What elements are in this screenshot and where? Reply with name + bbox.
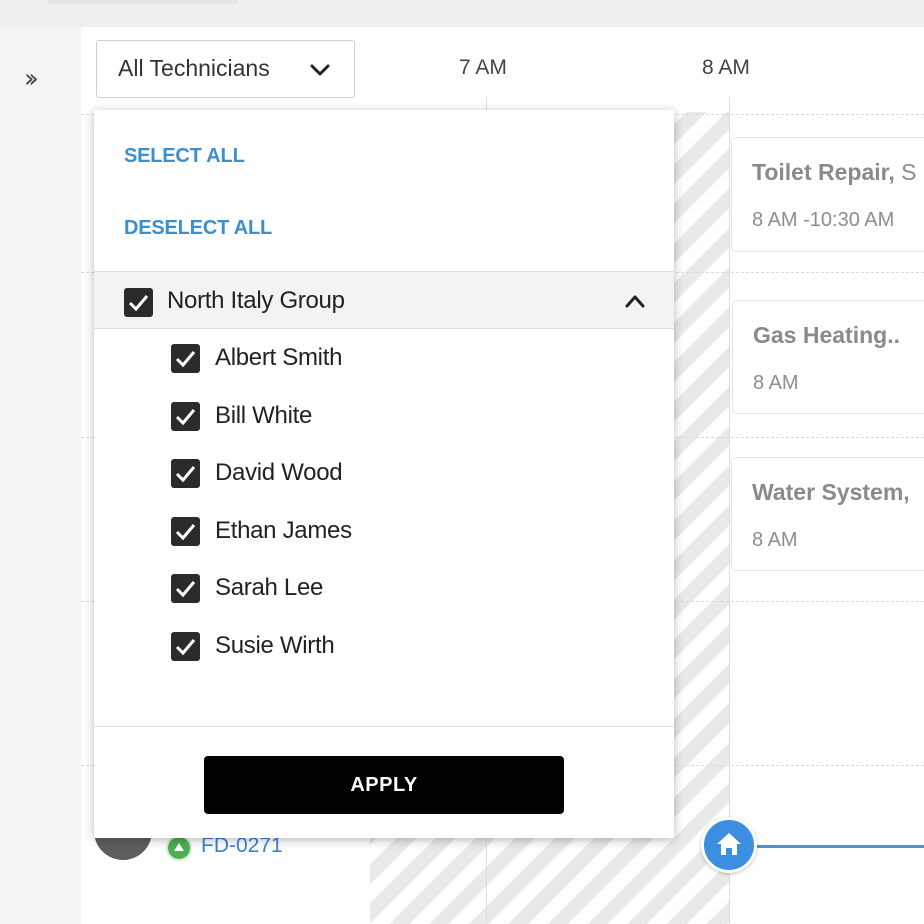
job-card[interactable]: Gas Heating.. 8 AM: [732, 300, 924, 414]
route-line: [752, 845, 924, 848]
technician-filter-label: All Technicians: [118, 55, 270, 81]
technician-checkbox[interactable]: [171, 574, 200, 603]
technician-option[interactable]: Albert Smith: [171, 339, 571, 379]
technician-name: Bill White: [215, 402, 313, 429]
home-icon[interactable]: [701, 817, 757, 873]
hour-gridline: [729, 97, 730, 924]
job-time: 8 AM: [752, 529, 798, 551]
job-card[interactable]: Toilet Repair, S 8 AM -10:30 AM: [731, 137, 924, 252]
group-label: North Italy Group: [167, 287, 345, 314]
top-bar-tab: [48, 0, 238, 4]
select-all-link[interactable]: SELECT ALL: [124, 145, 245, 168]
technician-checkbox[interactable]: [171, 402, 200, 431]
deselect-all-link[interactable]: DESELECT ALL: [124, 217, 272, 240]
job-card[interactable]: Water System, 8 AM: [731, 457, 924, 571]
hour-label: 7 AM: [459, 56, 507, 79]
technician-filter-select[interactable]: All Technicians: [96, 40, 355, 98]
job-title: Water System,: [752, 479, 910, 505]
job-title: Toilet Repair, S: [752, 159, 917, 185]
technician-checkbox[interactable]: [171, 344, 200, 373]
apply-button[interactable]: APPLY: [204, 756, 564, 814]
group-row[interactable]: North Italy Group: [94, 271, 674, 329]
technician-dropdown: SELECT ALL DESELECT ALL North Italy Grou…: [94, 110, 674, 838]
technician-checkbox[interactable]: [171, 459, 200, 488]
left-rail: [0, 27, 81, 924]
technician-name: Albert Smith: [215, 344, 343, 371]
divider: [94, 726, 674, 727]
job-title: Gas Heating..: [753, 322, 900, 348]
job-time: 8 AM: [753, 372, 799, 394]
technician-option[interactable]: Bill White: [171, 397, 571, 437]
technician-name: David Wood: [215, 459, 343, 486]
technician-option[interactable]: Susie Wirth: [171, 627, 571, 667]
technician-name: Susie Wirth: [215, 632, 335, 659]
technician-option[interactable]: Ethan James: [171, 512, 571, 552]
chevron-up-icon[interactable]: [624, 292, 646, 310]
technician-name: Sarah Lee: [215, 574, 324, 601]
technician-checkbox[interactable]: [171, 517, 200, 546]
job-time: 8 AM -10:30 AM: [752, 209, 895, 231]
technician-option[interactable]: Sarah Lee: [171, 569, 571, 609]
technician-option[interactable]: David Wood: [171, 454, 571, 494]
hour-label: 8 AM: [702, 56, 750, 79]
chevron-down-icon: [310, 64, 330, 76]
status-icon: [166, 835, 192, 861]
double-chevron-right-icon[interactable]: ››: [24, 62, 60, 96]
technician-checkbox[interactable]: [171, 632, 200, 661]
group-checkbox[interactable]: [124, 288, 153, 317]
top-bar: [0, 0, 924, 27]
technician-name: Ethan James: [215, 517, 352, 544]
